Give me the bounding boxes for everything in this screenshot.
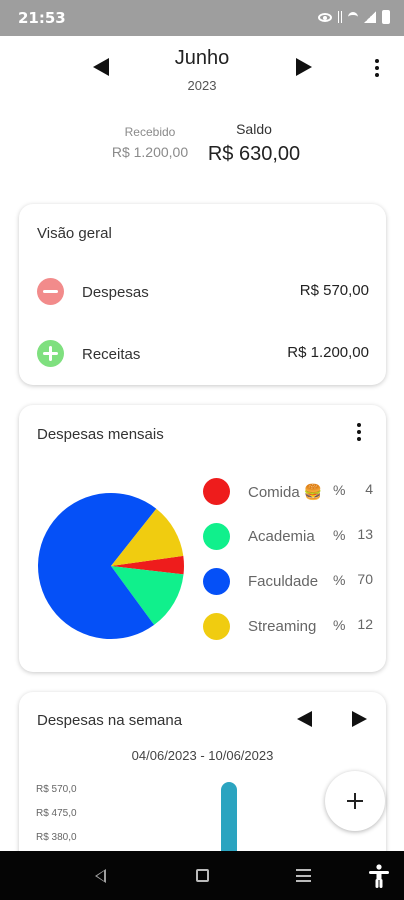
- legend-pct-symbol: %: [333, 527, 346, 543]
- legend-pct-symbol: %: [333, 482, 346, 498]
- recebido-label: Recebido: [124, 125, 176, 139]
- overview-label: Receitas: [82, 346, 141, 363]
- system-nav-bar: [0, 851, 404, 900]
- overview-row-despesas[interactable]: Despesas R$ 570,00: [37, 278, 369, 306]
- signal-icon: [364, 11, 376, 23]
- plus-circle-icon: [37, 340, 64, 367]
- legend-pct-symbol: %: [333, 617, 346, 633]
- legend-name: Streaming: [248, 618, 317, 635]
- overview-title: Visão geral: [37, 225, 112, 242]
- legend-percent: 12: [357, 616, 373, 632]
- next-month-icon[interactable]: [296, 58, 312, 76]
- recents-icon[interactable]: [296, 869, 311, 882]
- legend-pct-symbol: %: [333, 572, 346, 588]
- legend-name: Faculdade: [248, 573, 319, 590]
- legend-name: Academia: [248, 528, 315, 545]
- home-icon[interactable]: [196, 869, 209, 882]
- month-header: Junho 2023: [0, 36, 404, 106]
- accessibility-icon[interactable]: [368, 864, 390, 888]
- saldo-value: R$ 630,00: [207, 143, 301, 165]
- legend-item: Comida 🍔% 4: [203, 478, 373, 506]
- status-bar: 21:53: [0, 0, 404, 36]
- saldo-label: Saldo: [236, 121, 272, 137]
- legend-percent: 13: [357, 526, 373, 542]
- add-transaction-button[interactable]: [325, 771, 385, 831]
- y-tick-label: R$ 475,0: [36, 808, 77, 819]
- legend-color-dot: [203, 523, 230, 550]
- eye-icon: [318, 12, 332, 22]
- legend-color-dot: [203, 568, 230, 595]
- y-tick-label: R$ 380,0: [36, 832, 77, 843]
- y-tick-label: R$ 570,0: [36, 784, 77, 795]
- legend-item: Faculdade% 70: [203, 568, 373, 596]
- legend-percent: 70: [357, 571, 373, 587]
- more-vert-icon[interactable]: [374, 59, 380, 77]
- month-title: Junho: [174, 47, 230, 69]
- monthly-title: Despesas mensais: [37, 426, 164, 443]
- wifi-icon: [348, 12, 358, 22]
- vibrate-icon: [338, 11, 342, 23]
- legend-color-dot: [203, 613, 230, 640]
- minus-circle-icon: [37, 278, 64, 305]
- weekly-bar: [221, 782, 237, 862]
- status-time: 21:53: [18, 9, 66, 27]
- legend-item: Streaming% 12: [203, 613, 373, 641]
- overview-value: R$ 570,00: [299, 282, 369, 299]
- status-icons: [318, 10, 390, 24]
- balance-summary: Recebido R$ 1.200,00 Saldo R$ 630,00: [0, 118, 404, 178]
- weekly-title: Despesas na semana: [37, 712, 183, 729]
- year-label: 2023: [187, 78, 217, 93]
- legend-name: Comida 🍔: [248, 484, 323, 501]
- week-range: 04/06/2023 - 10/06/2023: [131, 748, 274, 763]
- back-icon[interactable]: [95, 869, 106, 883]
- battery-icon: [382, 10, 390, 24]
- legend-percent: 4: [365, 481, 373, 497]
- monthly-more-vert-icon[interactable]: [356, 423, 362, 441]
- legend-item: Academia% 13: [203, 523, 373, 551]
- next-week-icon[interactable]: [352, 711, 367, 727]
- recebido-value: R$ 1.200,00: [111, 144, 189, 160]
- pie-chart: [37, 493, 184, 639]
- overview-label: Despesas: [82, 284, 149, 301]
- overview-row-receitas[interactable]: Receitas R$ 1.200,00: [37, 340, 369, 368]
- legend-color-dot: [203, 478, 230, 505]
- overview-card: Visão geral Despesas R$ 570,00 Receitas …: [19, 204, 386, 385]
- overview-value: R$ 1.200,00: [287, 344, 369, 361]
- monthly-expenses-card: Despesas mensais Comida 🍔% 4 Academia% 13 Fa…: [19, 405, 386, 672]
- prev-week-icon[interactable]: [297, 711, 312, 727]
